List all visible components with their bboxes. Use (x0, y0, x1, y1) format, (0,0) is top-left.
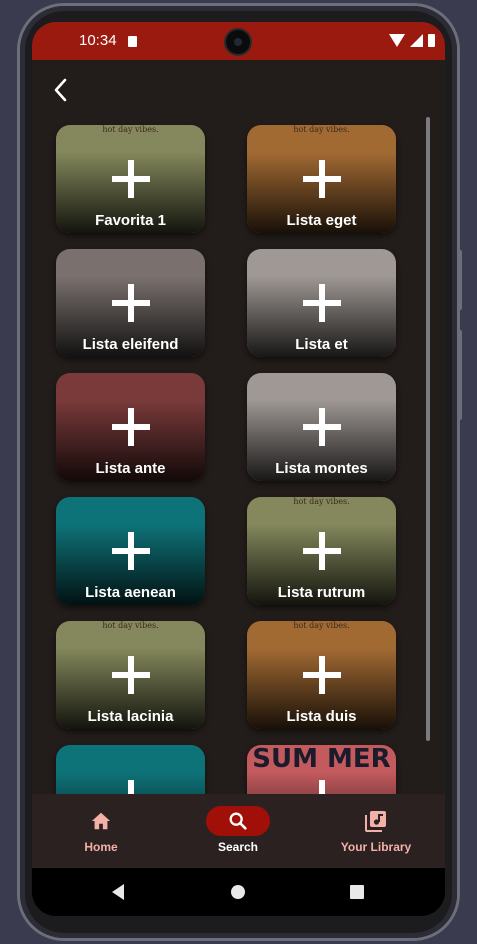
plus-icon (112, 532, 150, 570)
playlist-tile[interactable]: hot day vibes.Favorita 1 (56, 125, 205, 233)
front-camera (226, 30, 250, 54)
playlist-grid: hot day vibes.Favorita 1 hot day vibes.Li… (32, 122, 445, 794)
playlist-tile[interactable]: hot day vibes.Lista rutrum (247, 497, 396, 605)
nav-search[interactable]: Search (183, 806, 293, 854)
playlist-tile-label: Lista aenean (85, 584, 176, 601)
playlist-tile-label: Lista rutrum (277, 584, 366, 601)
plus-icon (303, 656, 341, 694)
plus-icon (112, 656, 150, 694)
playlist-tile[interactable]: hot day vibes.Lista eget (247, 125, 396, 233)
power-button (457, 250, 462, 310)
playlist-tile[interactable]: Lista aenean (56, 497, 205, 605)
plus-icon (303, 532, 341, 570)
plus-icon (112, 780, 150, 794)
system-navigation-bar (32, 868, 445, 916)
plus-icon (112, 284, 150, 322)
status-time: 10:34 (79, 32, 117, 49)
nav-library-icon-wrap (344, 806, 408, 836)
bottom-navigation: Home Search Your Library (32, 794, 445, 868)
sd-card-icon (128, 36, 137, 47)
plus-icon (112, 408, 150, 446)
nav-search-icon-wrap (206, 806, 270, 836)
scrollbar[interactable] (426, 117, 430, 741)
status-icons (389, 34, 435, 47)
plus-icon (303, 284, 341, 322)
battery-icon (428, 34, 435, 47)
volume-button (457, 330, 462, 420)
plus-icon (303, 780, 341, 794)
playlist-tile[interactable] (56, 745, 205, 794)
system-home-icon[interactable] (231, 885, 245, 899)
nav-library[interactable]: Your Library (321, 806, 431, 854)
playlist-tile-label: Lista et (295, 336, 348, 353)
plus-icon (112, 160, 150, 198)
playlist-tile-label: Lista lacinia (87, 708, 174, 725)
arrow-left-icon (54, 78, 67, 102)
status-bar: 10:34 (32, 22, 445, 60)
library-music-icon (365, 811, 386, 832)
signal-icon (410, 34, 423, 47)
screen: 10:34 hot day vibes.Favorita 1hot day vi… (32, 22, 445, 916)
playlist-tile[interactable]: hot day vibes.Lista duis (247, 621, 396, 729)
playlist-tile-label: Lista ante (95, 460, 166, 477)
playlist-tile[interactable]: Lista eleifend (56, 249, 205, 357)
playlist-tile[interactable]: hot day vibes.Lista lacinia (56, 621, 205, 729)
plus-icon (303, 408, 341, 446)
nav-home[interactable]: Home (46, 806, 156, 854)
playlist-tile-label: Favorita 1 (95, 212, 166, 229)
playlist-tile-label: Lista duis (286, 708, 357, 725)
playlist-tile-label: Lista eget (286, 212, 357, 229)
playlist-tile[interactable]: Lista montes (247, 373, 396, 481)
playlist-tile[interactable]: Lista ante (56, 373, 205, 481)
home-icon (91, 812, 111, 830)
nav-home-label: Home (84, 840, 118, 854)
back-button[interactable] (48, 76, 76, 104)
playlist-tile-label: Lista montes (275, 460, 368, 477)
playlist-tile[interactable]: Lista et (247, 249, 396, 357)
search-icon (229, 812, 247, 830)
playlist-tile[interactable]: SUM MER (247, 745, 396, 794)
playlist-tile-label: Lista eleifend (82, 336, 179, 353)
system-recents-icon[interactable] (350, 885, 364, 899)
nav-home-icon-wrap (69, 806, 133, 836)
nav-library-label: Your Library (340, 840, 412, 854)
wifi-icon (389, 34, 405, 47)
plus-icon (303, 160, 341, 198)
system-back-icon[interactable] (112, 884, 124, 900)
nav-search-label: Search (217, 840, 259, 854)
